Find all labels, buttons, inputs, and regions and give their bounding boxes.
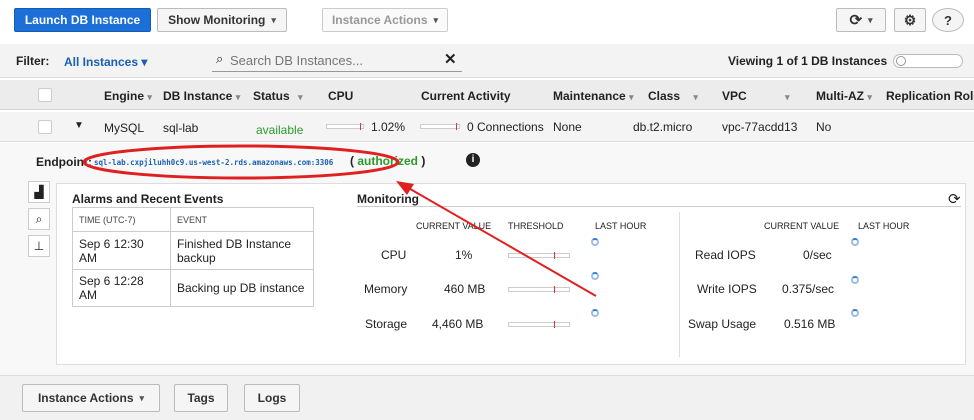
annotation-arrow-line <box>404 185 597 297</box>
annotation-overlay <box>82 144 597 297</box>
annotation-ellipse <box>82 144 400 180</box>
tags-button[interactable]: Tags <box>174 384 228 412</box>
instance-actions-bottom-button[interactable]: Instance Actions ▾ <box>22 384 160 412</box>
bottom-bar: Instance Actions ▾ Tags Logs <box>0 375 974 420</box>
logs-button[interactable]: Logs <box>244 384 300 412</box>
chevron-down-icon: ▾ <box>139 392 145 403</box>
annotation-arrow-head <box>396 181 414 195</box>
